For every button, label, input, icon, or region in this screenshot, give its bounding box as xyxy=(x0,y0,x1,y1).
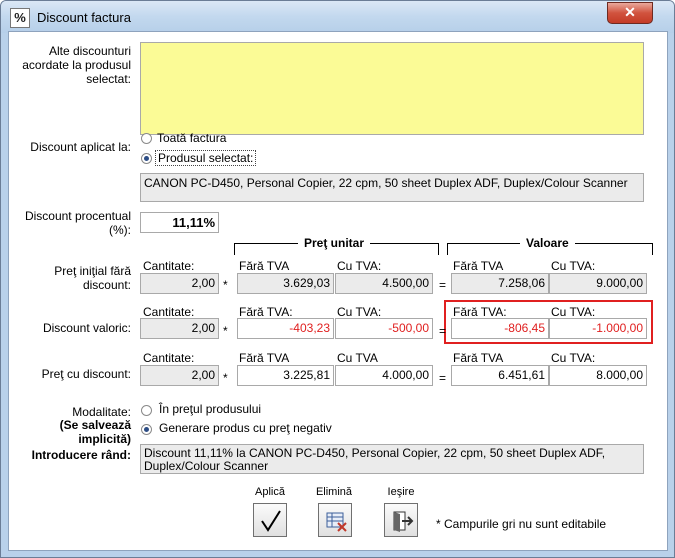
times-sign: * xyxy=(223,371,228,385)
final-value-no-vat-label: Fără TVA xyxy=(453,351,504,365)
times-sign: * xyxy=(223,324,228,338)
apply-button-label: Aplică xyxy=(255,486,285,498)
initial-value-vat-label: Cu TVA: xyxy=(551,259,596,273)
initial-value-no-vat-label: Fără TVA xyxy=(453,259,504,273)
initial-unit-no-vat-field: 3.629,03 xyxy=(237,273,334,294)
final-quantity-label: Cantitate: xyxy=(143,351,195,365)
apply-button[interactable] xyxy=(253,503,287,537)
exit-button[interactable] xyxy=(384,503,418,537)
final-quantity-field: 2,00 xyxy=(140,365,219,386)
discount-quantity-field: 2,00 xyxy=(140,318,219,339)
discount-value-no-vat-input[interactable]: -806,45 xyxy=(451,318,549,339)
radio-in-product-price-label: În preţul produsului xyxy=(159,402,262,416)
exit-door-icon xyxy=(393,511,414,532)
discount-value-no-vat-label: Fără TVA: xyxy=(453,305,507,319)
delete-button-label: Elimină xyxy=(315,486,353,498)
discount-unit-vat-input[interactable]: -500,00 xyxy=(335,318,433,339)
initial-unit-vat-label: Cu TVA: xyxy=(337,259,382,273)
final-value-vat-input[interactable]: 8.000,00 xyxy=(549,365,647,386)
dialog-body: Alte discounturi acordate la produsul se… xyxy=(8,31,668,551)
value-header: Valoare xyxy=(520,236,575,250)
radio-negative-product-label: Generare produs cu preţ negativ xyxy=(159,421,332,435)
radio-in-product-price[interactable] xyxy=(141,405,152,416)
discount-value-vat-input[interactable]: -1.000,00 xyxy=(549,318,647,339)
final-price-label: Preţ cu discount: xyxy=(41,367,131,381)
exit-button-label: Ieşire xyxy=(387,486,415,498)
discount-unit-no-vat-input[interactable]: -403,23 xyxy=(237,318,334,339)
discount-unit-vat-label: Cu TVA: xyxy=(337,305,382,319)
radio-selected-product[interactable] xyxy=(141,153,152,164)
value-discount-label: Discount valoric: xyxy=(42,321,131,335)
percent-label: Discount procentual (%): xyxy=(24,209,131,237)
radio-selected-product-label: Produsul selectat: xyxy=(155,150,257,166)
window-title: Discount factura xyxy=(37,10,131,25)
final-unit-no-vat-label: Fără TVA xyxy=(239,351,290,365)
delete-row-icon xyxy=(326,512,347,532)
final-unit-no-vat-input[interactable]: 3.225,81 xyxy=(237,365,334,386)
mode-sublabel: (Se salvează implicită) xyxy=(59,418,131,446)
title-bar[interactable]: % Discount factura ✕ xyxy=(1,1,674,33)
initial-value-vat-field: 9.000,00 xyxy=(549,273,647,294)
equals-sign: = xyxy=(439,371,447,385)
close-button[interactable]: ✕ xyxy=(607,2,653,24)
percent-input[interactable]: 11,11% xyxy=(140,212,219,233)
discount-window: % Discount factura ✕ Alte discounturi ac… xyxy=(0,0,675,558)
equals-sign: = xyxy=(439,278,447,292)
radio-whole-invoice-label: Toată factura xyxy=(157,131,227,145)
times-sign: * xyxy=(223,278,228,292)
delete-button[interactable] xyxy=(318,503,352,537)
initial-unit-vat-field: 4.500,00 xyxy=(335,273,433,294)
initial-price-label: Preţ iniţial fără discount: xyxy=(54,264,131,292)
equals-sign: = xyxy=(439,324,447,338)
row-entry-field: Discount 11,11% la CANON PC-D450, Person… xyxy=(140,444,644,474)
unit-price-header: Preţ unitar xyxy=(298,236,371,250)
initial-quantity-field: 2,00 xyxy=(140,273,219,294)
final-value-no-vat-input[interactable]: 6.451,61 xyxy=(451,365,549,386)
initial-quantity-label: Cantitate: xyxy=(143,259,195,273)
radio-negative-product[interactable] xyxy=(141,424,152,435)
check-icon xyxy=(261,510,281,532)
final-unit-vat-label: Cu TVA xyxy=(337,351,378,365)
product-name-field: CANON PC-D450, Personal Copier, 22 cpm, … xyxy=(140,173,644,202)
mode-label: Modalitate: xyxy=(72,405,131,419)
percent-icon: % xyxy=(10,8,30,28)
final-unit-vat-input[interactable]: 4.000,00 xyxy=(335,365,433,386)
other-discounts-label: Alte discounturi acordate la produsul se… xyxy=(22,44,131,86)
readonly-note: * Campurile gri nu sunt editabile xyxy=(436,517,607,531)
initial-unit-no-vat-label: Fără TVA xyxy=(239,259,290,273)
discount-value-vat-label: Cu TVA: xyxy=(551,305,596,319)
discount-unit-no-vat-label: Fără TVA: xyxy=(239,305,293,319)
other-discounts-field[interactable] xyxy=(140,42,644,135)
final-value-vat-label: Cu TVA: xyxy=(551,351,596,365)
discount-quantity-label: Cantitate: xyxy=(143,305,195,319)
radio-whole-invoice[interactable] xyxy=(141,133,152,144)
initial-value-no-vat-field: 7.258,06 xyxy=(451,273,549,294)
apply-to-label: Discount aplicat la: xyxy=(30,140,131,154)
row-entry-label: Introducere rând: xyxy=(31,448,131,462)
